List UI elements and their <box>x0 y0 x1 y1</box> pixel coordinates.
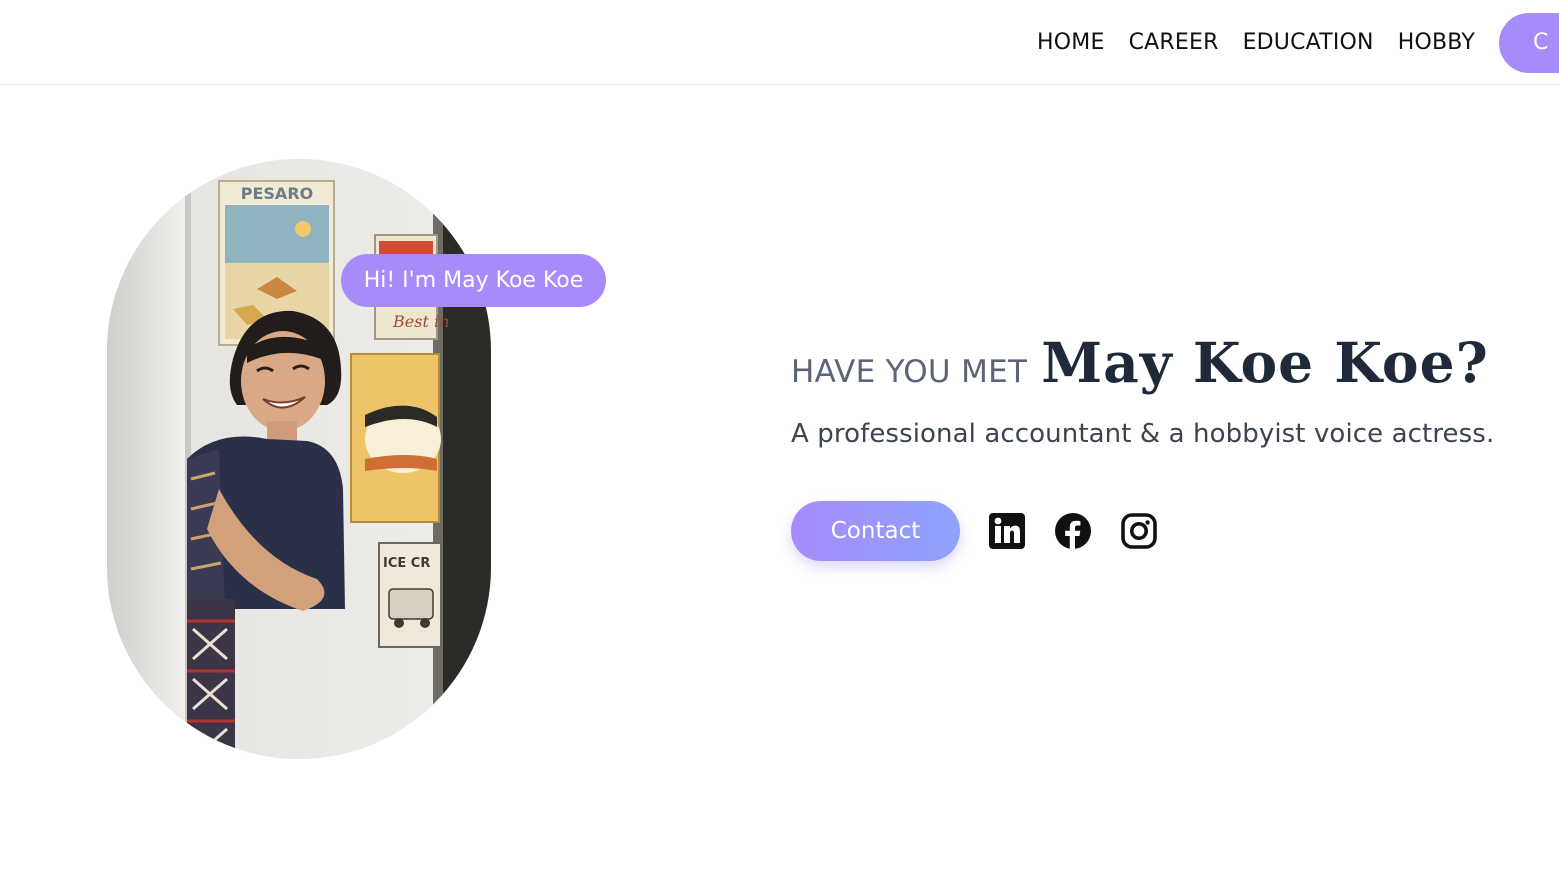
greeting-bubble: Hi! I'm May Koe Koe <box>341 254 606 307</box>
nav-education[interactable]: EDUCATION <box>1243 30 1374 55</box>
nav-hobby[interactable]: HOBBY <box>1398 30 1475 55</box>
nav-contact-button[interactable]: C <box>1499 12 1559 73</box>
facebook-icon[interactable] <box>1054 512 1092 550</box>
nav-career[interactable]: CAREER <box>1129 30 1219 55</box>
profile-photo: PESARO Best in ICE CR <box>107 159 491 759</box>
headline-name: May Koe Koe? <box>1041 330 1489 395</box>
contact-button[interactable]: Contact <box>791 501 960 561</box>
nav-home[interactable]: HOME <box>1037 30 1105 55</box>
hero-subtitle: A professional accountant & a hobbyist v… <box>791 419 1495 449</box>
instagram-icon[interactable] <box>1120 512 1158 550</box>
hero-actions: Contact <box>791 501 1494 561</box>
site-header: HOME CAREER EDUCATION HOBBY C <box>0 0 1559 85</box>
nav-contact-label: C <box>1533 30 1549 55</box>
hero-section: HAVE YOU MET May Koe Koe? A professional… <box>791 330 1494 561</box>
headline-pre-title: HAVE YOU MET <box>791 354 1028 390</box>
headline: HAVE YOU MET May Koe Koe? <box>791 330 1494 395</box>
poster-3-text: ICE CR <box>383 556 430 571</box>
linkedin-icon[interactable] <box>988 512 1026 550</box>
poster-1-text: PESARO <box>241 184 313 203</box>
poster-2-text: Best in <box>392 312 449 331</box>
main-nav: HOME CAREER EDUCATION HOBBY C <box>1037 0 1559 85</box>
